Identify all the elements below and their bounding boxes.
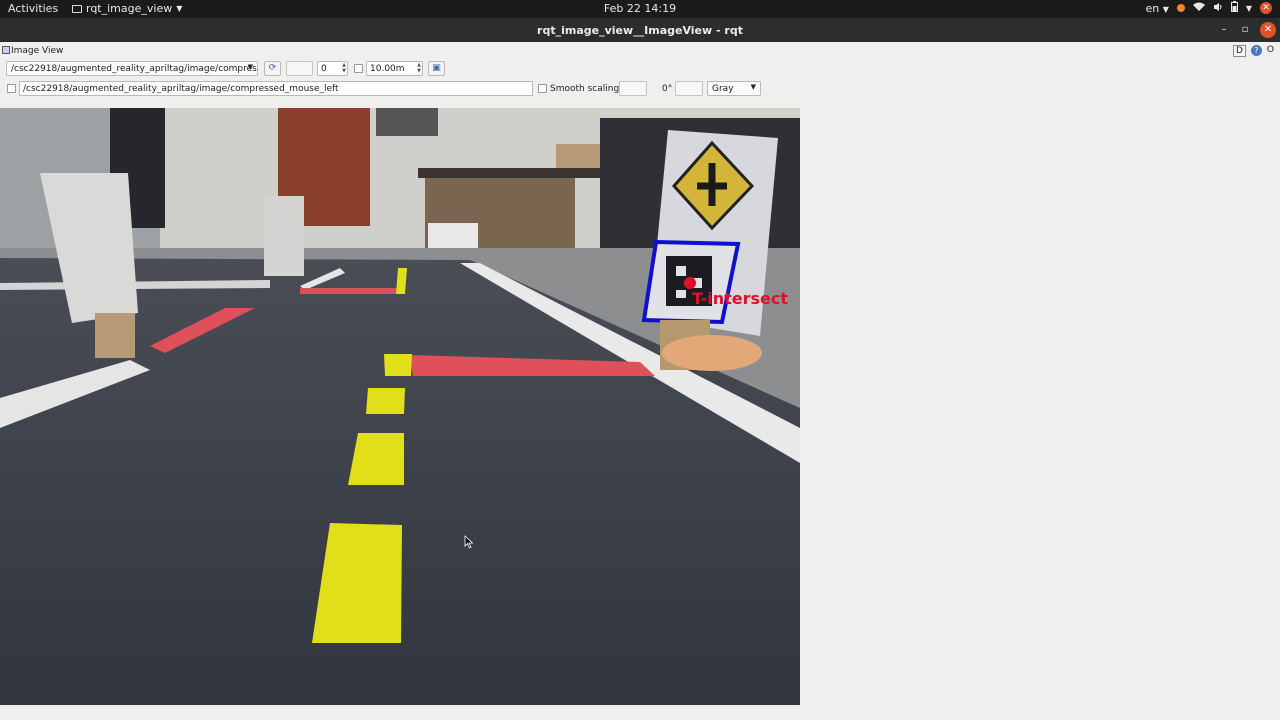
close-window-button[interactable]: ✕: [1260, 22, 1276, 38]
chevron-down-icon: ▼: [247, 63, 253, 71]
smooth-scaling-label: Smooth scaling: [550, 84, 620, 94]
window-title-bar: rqt_image_view__ImageView - rqt – ▫ ✕: [0, 18, 1280, 42]
power-close-icon[interactable]: ✕: [1260, 2, 1272, 14]
mouse-cursor-icon: [464, 535, 474, 549]
desk-top: [418, 168, 608, 178]
save-image-button[interactable]: ▣: [428, 61, 445, 76]
refresh-icon: ⟳: [268, 63, 277, 73]
max-range-spinbox[interactable]: 10.00m ▲ ▼: [366, 61, 423, 76]
apriltag-center-dot: [684, 277, 696, 289]
help-icon[interactable]: ?: [1250, 45, 1262, 56]
plugin-header: Image View D ? O: [0, 44, 1280, 58]
notification-dot-icon[interactable]: [1176, 4, 1185, 12]
chevron-down-icon[interactable]: ▼: [1246, 4, 1252, 13]
overlay-label: T-intersect: [692, 289, 788, 308]
app-window-icon: [72, 4, 82, 13]
app-menu-label: rqt_image_view: [86, 2, 173, 15]
image-view-icon: [2, 46, 10, 54]
plugin-title: Image View: [11, 46, 64, 56]
refresh-topics-button[interactable]: ⟳: [264, 61, 281, 76]
app-menu[interactable]: rqt_image_view ▼: [72, 2, 182, 15]
plugin-close-button[interactable]: O: [1267, 45, 1274, 57]
max-range-value: 10.00m: [370, 64, 405, 74]
window-title: rqt_image_view__ImageView - rqt: [537, 24, 743, 37]
spinner-arrows-icon[interactable]: ▲ ▼: [342, 62, 346, 74]
maximize-button[interactable]: ▫: [1237, 22, 1253, 38]
volume-icon[interactable]: [1213, 2, 1223, 15]
toolbar-row-2: /csc22918/augmented_reality_apriltag/ima…: [0, 81, 1280, 99]
camera-image-view[interactable]: T-intersect: [0, 108, 800, 705]
publish-mouse-checkbox[interactable]: [7, 84, 16, 93]
rotate-left-button[interactable]: [619, 81, 647, 96]
color-mode-value: Gray: [712, 84, 734, 94]
camera-frame: T-intersect: [0, 108, 800, 705]
gnome-top-bar: Activities rqt_image_view ▼ Feb 22 14:19…: [0, 0, 1280, 18]
sign-middle: [264, 196, 304, 276]
topic-combobox[interactable]: /csc22918/augmented_reality_apriltag/ima…: [6, 61, 258, 76]
zoom-spinbox[interactable]: 0 ▲ ▼: [317, 61, 348, 76]
system-tray[interactable]: en ▼ ▼ ✕: [1145, 1, 1272, 15]
yellow-dash-1: [384, 354, 412, 376]
dock-button[interactable]: D: [1232, 45, 1246, 57]
save-icon: ▣: [432, 63, 441, 73]
mouse-topic-field[interactable]: /csc22918/augmented_reality_apriltag/ima…: [19, 81, 533, 96]
topic-value: /csc22918/augmented_reality_apriltag/ima…: [11, 64, 258, 74]
minimize-button[interactable]: –: [1216, 22, 1232, 38]
dynamic-range-checkbox[interactable]: [354, 64, 363, 73]
sign-left-stand: [95, 313, 135, 358]
rotation-label: 0°: [662, 84, 673, 94]
red-stop-line-far: [300, 288, 400, 294]
clock[interactable]: Feb 22 14:19: [604, 2, 676, 15]
chevron-down-icon: ▼: [750, 83, 756, 91]
activities-button[interactable]: Activities: [8, 2, 58, 15]
wall-frame: [376, 108, 438, 136]
chevron-down-icon: ▼: [176, 4, 183, 13]
language-indicator[interactable]: en ▼: [1145, 2, 1168, 15]
color-mode-combobox[interactable]: Gray ▼: [707, 81, 761, 96]
battery-icon[interactable]: [1230, 1, 1238, 15]
yellow-dash-2: [366, 388, 405, 414]
spinner-arrows-icon[interactable]: ▲ ▼: [417, 62, 421, 74]
smooth-scaling-checkbox[interactable]: [538, 84, 547, 93]
toolbar-row-1: /csc22918/augmented_reality_apriltag/ima…: [0, 61, 1280, 79]
rotate-right-button[interactable]: [675, 81, 703, 96]
zoom-toggle-button[interactable]: [286, 61, 313, 76]
zoom-value: 0: [321, 64, 327, 74]
wifi-icon[interactable]: [1192, 2, 1205, 15]
duck: [662, 335, 762, 371]
